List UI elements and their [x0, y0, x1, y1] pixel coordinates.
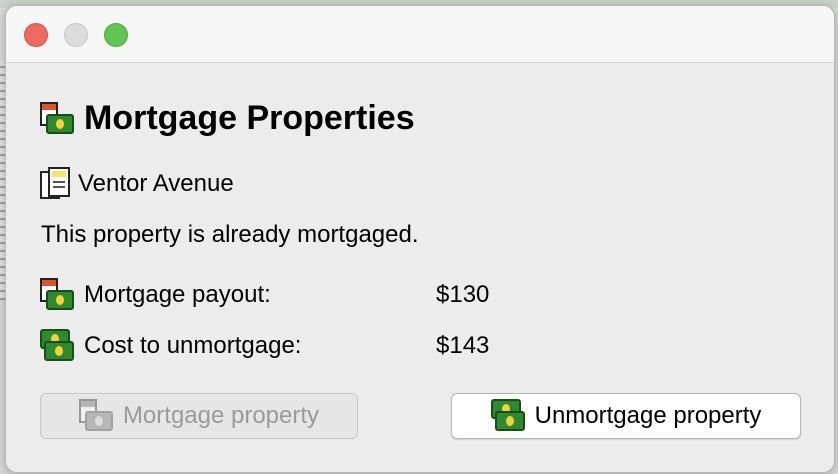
dialog-title: Mortgage Properties	[84, 99, 415, 137]
mortgage-icon	[78, 399, 115, 433]
mortgage-icon	[40, 101, 76, 136]
mortgage-payout-value: $130	[436, 281, 490, 308]
mortgage-icon	[40, 278, 76, 312]
dialog-content: Mortgage Properties Ventor Avenue This p…	[6, 63, 834, 472]
mortgage-property-button[interactable]: Mortgage property	[40, 393, 358, 439]
status-text: This property is already mortgaged.	[41, 221, 419, 248]
zoom-window-button[interactable]	[104, 23, 128, 47]
unmortgage-cost-label: Cost to unmortgage:	[84, 332, 302, 359]
unmortgage-property-label: Unmortgage property	[534, 402, 762, 429]
mortgage-payout-label: Mortgage payout:	[84, 281, 271, 308]
unmortgage-cost-value: $143	[436, 332, 490, 359]
money-icon	[490, 399, 527, 433]
money-icon	[40, 329, 76, 363]
mortgage-dialog-window: Mortgage Properties Ventor Avenue This p…	[5, 5, 835, 473]
close-window-button[interactable]	[24, 23, 48, 47]
dialog-heading: Mortgage Properties	[40, 99, 415, 138]
unmortgage-cost-row: Cost to unmortgage: $143	[40, 329, 540, 363]
status-message: This property is already mortgaged.	[41, 221, 419, 249]
unmortgage-property-button[interactable]: Unmortgage property	[451, 393, 801, 439]
minimize-window-button[interactable]	[64, 23, 88, 47]
property-row: Ventor Avenue	[40, 167, 234, 201]
mortgage-property-label: Mortgage property	[122, 402, 320, 429]
mortgage-payout-row: Mortgage payout: $130	[40, 278, 540, 312]
title-bar	[6, 6, 834, 63]
property-deed-icon	[40, 167, 74, 201]
property-name: Ventor Avenue	[78, 170, 234, 197]
